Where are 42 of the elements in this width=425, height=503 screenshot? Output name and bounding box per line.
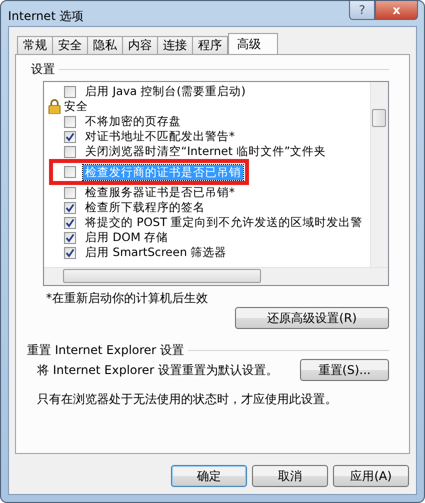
setting-label[interactable]: 不将加密的页存盘 bbox=[83, 114, 183, 129]
reset-note: 只有在浏览器处于无法使用的状态时，才应使用此设置。 bbox=[37, 391, 338, 408]
setting-label[interactable]: 关闭浏览器时清空“Internet 临时文件”文件夹 bbox=[83, 144, 328, 159]
tab[interactable]: 常规 bbox=[17, 36, 53, 54]
setting-label[interactable]: 将提交的 POST 重定向到不允许发送的区域时发出警 bbox=[83, 215, 365, 230]
checkbox[interactable] bbox=[64, 130, 76, 142]
setting-label[interactable]: 启用 Java 控制台(需要重启动) bbox=[83, 84, 248, 99]
reset-button[interactable]: 重置(S)... bbox=[300, 359, 389, 381]
category-label: 安全 bbox=[64, 99, 88, 114]
tab[interactable]: 连接 bbox=[157, 36, 193, 54]
tab[interactable]: 高级 bbox=[228, 33, 278, 54]
setting-label[interactable]: 检查服务器证书是否已吊销* bbox=[83, 185, 237, 200]
checkbox[interactable] bbox=[64, 146, 76, 158]
horizontal-scrollbar[interactable] bbox=[44, 267, 388, 285]
tab[interactable]: 内容 bbox=[122, 36, 158, 54]
dialog-button[interactable]: 确定 bbox=[171, 465, 247, 487]
reset-description: 将 Internet Explorer 设置重置为默认设置。 bbox=[37, 362, 278, 378]
window-title: Internet 选项 bbox=[8, 8, 84, 25]
tab[interactable]: 隐私 bbox=[87, 36, 123, 54]
checkbox[interactable] bbox=[64, 202, 76, 214]
setting-label[interactable]: 启用 SmartScreen 筛选器 bbox=[83, 245, 229, 260]
checkbox[interactable] bbox=[64, 116, 76, 128]
restore-button[interactable]: 还原高级设置(R) bbox=[235, 307, 389, 329]
group-label: 设置 bbox=[31, 60, 55, 78]
checkbox[interactable] bbox=[64, 232, 76, 244]
tab[interactable]: 程序 bbox=[192, 36, 228, 54]
setting-label[interactable]: 启用 DOM 存储 bbox=[83, 230, 170, 245]
checkbox[interactable] bbox=[64, 86, 76, 98]
tab[interactable]: 安全 bbox=[52, 36, 88, 54]
padlock-icon bbox=[48, 99, 61, 114]
group-label: 重置 Internet Explorer 设置 bbox=[27, 342, 184, 358]
dialog-button[interactable]: 取消 bbox=[252, 465, 328, 487]
checkbox[interactable] bbox=[64, 246, 76, 258]
vertical-scrollbar[interactable] bbox=[370, 82, 388, 267]
checkbox[interactable] bbox=[64, 216, 76, 228]
dialog-button[interactable]: 应用(A) bbox=[333, 465, 409, 487]
setting-label[interactable]: 对证书地址不匹配发出警告* bbox=[83, 129, 237, 144]
checkbox[interactable] bbox=[64, 166, 76, 178]
help-button[interactable]: ? bbox=[349, 1, 375, 20]
checkbox[interactable] bbox=[64, 186, 76, 198]
setting-label[interactable]: 检查所下载程序的签名 bbox=[83, 200, 207, 215]
restart-note: *在重新启动你的计算机后生效 bbox=[46, 290, 209, 305]
